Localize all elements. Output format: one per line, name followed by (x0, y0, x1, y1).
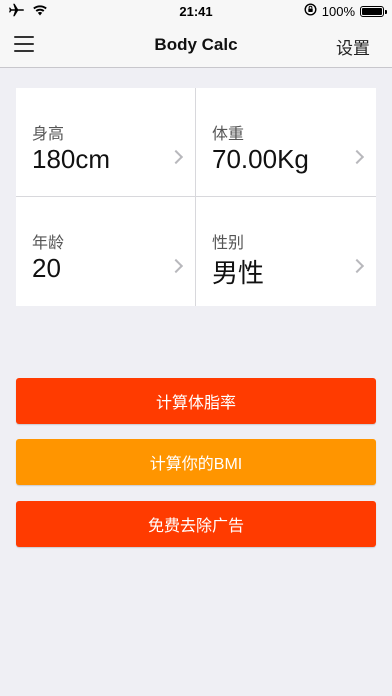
gender-label: 性别 (212, 235, 245, 252)
chevron-right-icon (349, 149, 365, 165)
gender-cell[interactable]: 性别 男性 (196, 197, 376, 306)
weight-value: 70.00Kg (212, 144, 309, 174)
age-value: 20 (32, 253, 61, 283)
status-bar: 21:41 100% (0, 0, 392, 22)
battery-icon (360, 5, 387, 17)
gender-value: 男性 (212, 258, 265, 288)
remove-ads-button[interactable]: 免费去除广告 (16, 501, 376, 547)
height-cell[interactable]: 身高 180cm (16, 88, 196, 197)
weight-cell[interactable]: 体重 70.00Kg (196, 88, 376, 197)
age-label: 年龄 (32, 235, 65, 252)
height-value: 180cm (32, 144, 111, 174)
calculate-body-fat-button[interactable]: 计算体脂率 (16, 378, 376, 424)
status-right: 100% (304, 3, 387, 19)
weight-label: 体重 (212, 126, 245, 143)
page-title: Body Calc (154, 35, 238, 54)
battery-percent: 100% (321, 3, 355, 19)
age-cell[interactable]: 年龄 20 (16, 197, 196, 306)
calculate-bmi-button[interactable]: 计算你的BMI (16, 439, 376, 485)
body-params-grid: 身高 180cm 体重 70.00Kg 年龄 20 性别 男性 (16, 88, 376, 306)
settings-button[interactable]: 设置 (336, 34, 370, 59)
orientation-lock-icon (304, 3, 317, 19)
chevron-right-icon (168, 258, 184, 274)
chevron-right-icon (168, 149, 184, 165)
chevron-right-icon (349, 258, 365, 274)
navigation-bar: Body Calc 设置 (0, 22, 392, 68)
app-screen: 21:41 100% Body Calc 设置 身高 180cm 体重 70.0… (0, 0, 392, 696)
height-label: 身高 (32, 126, 65, 143)
